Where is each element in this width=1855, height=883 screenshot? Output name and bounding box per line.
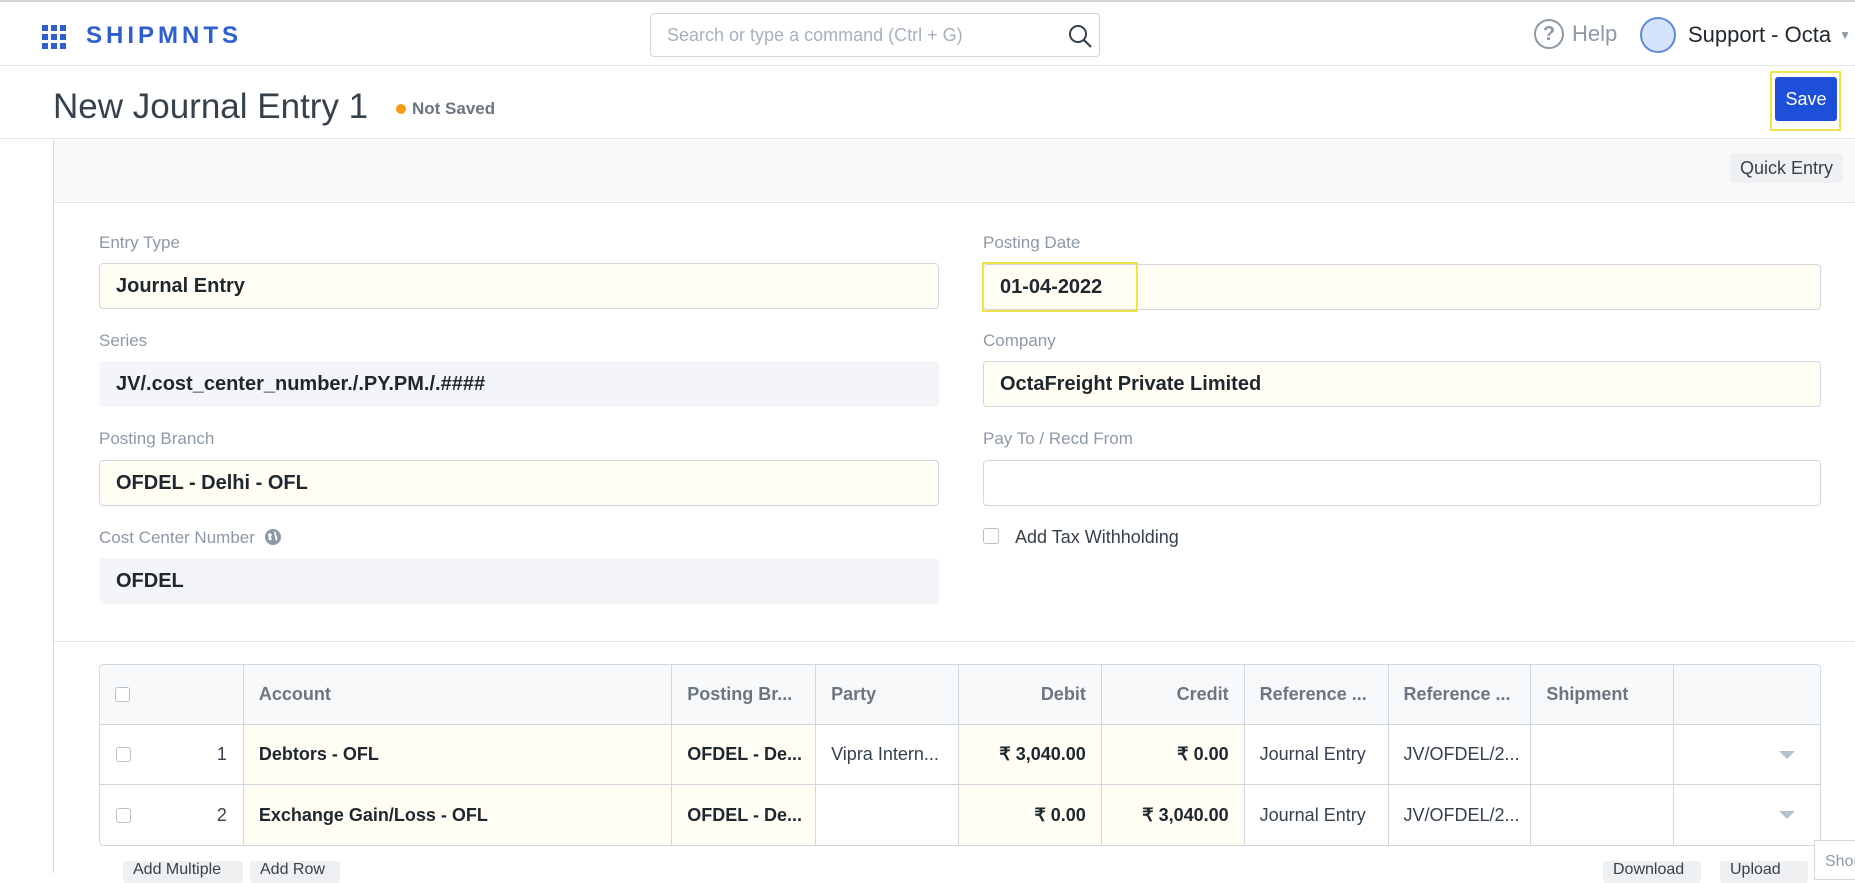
company-field[interactable]: OctaFreight Private Limited [983,361,1821,407]
select-all-checkbox[interactable] [115,687,130,702]
help-menu[interactable]: ? Help [1534,19,1617,49]
cell-reference-type[interactable]: Journal Entry [1245,725,1389,784]
col-debit[interactable]: Debit [959,665,1102,724]
form-toolbar: Quick Entry [54,140,1855,203]
table-row[interactable]: 1 Debtors - OFL OFDEL - De... Vipra Inte… [100,725,1820,785]
add-tax-withholding-label: Add Tax Withholding [1015,527,1179,547]
cell-credit[interactable]: ₹ 3,040.00 [1101,785,1245,845]
download-button[interactable]: Download [1603,861,1701,883]
col-reference-name[interactable]: Reference ... [1389,665,1532,724]
search-bar [650,13,1100,57]
cost-center-label-text: Cost Center Number [99,528,255,547]
company-label: Company [983,331,1056,350]
cell-credit[interactable]: ₹ 0.00 [1101,725,1245,784]
question-circle-icon: ? [1534,19,1564,49]
shortcuts-tab[interactable]: Shortcuts [1814,840,1855,880]
quick-entry-button[interactable]: Quick Entry [1729,153,1843,183]
status-text: Not Saved [412,99,496,118]
cell-debit[interactable]: ₹ 3,040.00 [958,725,1102,784]
posting-date-highlight [982,262,1138,312]
col-posting-branch[interactable]: Posting Br... [672,665,817,724]
col-account[interactable]: Account [244,665,673,724]
add-tax-withholding-checkbox[interactable] [983,528,999,544]
row-actions-cell [1674,785,1820,845]
cell-party[interactable] [816,785,959,845]
navbar: SHIPMNTS ? Help Support - Octa ▼ [0,0,1855,66]
pay-to-field[interactable] [983,460,1821,506]
row-index: 1 [216,744,227,764]
save-highlight: Save [1770,71,1841,131]
series-label: Series [99,331,148,350]
cell-shipment[interactable] [1531,785,1675,845]
posting-branch-label: Posting Branch [99,429,215,448]
search-input[interactable] [651,14,1051,56]
row-index: 2 [216,804,227,825]
row-index-cell: 1 [100,725,244,784]
col-party[interactable]: Party [816,665,959,724]
save-button[interactable]: Save [1775,77,1837,121]
accounts-table: Account Posting Br... Party Debit Credit… [99,664,1821,846]
status-indicator: Not Saved [396,99,495,119]
status-dot-icon [396,104,406,114]
row-index-cell: 2 [100,785,244,845]
cell-reference-type[interactable]: Journal Entry [1245,785,1389,845]
section-divider [54,641,1855,642]
cell-reference-name[interactable]: JV/OFDEL/2... [1389,725,1532,784]
search-icon[interactable] [1067,23,1093,49]
cell-reference-name[interactable]: JV/OFDEL/2... [1389,785,1532,845]
cost-center-field[interactable]: OFDEL [99,558,939,604]
user-menu[interactable]: Support - Octa ▼ [1640,17,1851,53]
globe-icon [264,529,281,545]
col-actions [1674,665,1820,724]
upload-button[interactable]: Upload [1720,861,1808,883]
row-actions-cell [1674,725,1820,784]
row-checkbox[interactable] [116,747,131,762]
cell-party[interactable]: Vipra Intern... [816,725,959,784]
posting-date-label: Posting Date [983,233,1081,252]
cell-posting-branch[interactable]: OFDEL - De... [672,785,817,845]
col-reference-type[interactable]: Reference ... [1245,665,1389,724]
page-title: New Journal Entry 1 [53,87,369,126]
user-name: Support - Octa [1688,22,1832,47]
entry-type-label: Entry Type [99,233,180,252]
apps-grid-icon[interactable] [42,25,66,49]
cell-shipment[interactable] [1531,725,1675,784]
select-all-cell [100,665,244,724]
brand-logo[interactable]: SHIPMNTS [86,22,242,50]
table-header: Account Posting Br... Party Debit Credit… [100,665,1820,725]
layout-divider [53,140,54,873]
avatar [1640,17,1676,53]
series-field[interactable]: JV/.cost_center_number./.PY.PM./.#### [99,361,939,407]
col-shipment[interactable]: Shipment [1531,665,1675,724]
row-expand-icon[interactable] [1779,811,1796,819]
add-row-button[interactable]: Add Row [250,861,340,883]
cost-center-label: Cost Center Number [99,528,282,548]
cell-posting-branch[interactable]: OFDEL - De... [672,725,817,784]
page-header: New Journal Entry 1 Not Saved Save [0,67,1855,139]
add-multiple-button[interactable]: Add Multiple [123,861,243,883]
col-credit[interactable]: Credit [1102,665,1245,724]
cell-debit[interactable]: ₹ 0.00 [958,785,1102,845]
cell-account[interactable]: Exchange Gain/Loss - OFL [243,785,673,845]
chevron-down-icon: ▼ [1839,28,1851,42]
table-row[interactable]: 2 Exchange Gain/Loss - OFL OFDEL - De...… [100,785,1820,845]
posting-branch-field[interactable]: OFDEL - Delhi - OFL [99,460,939,506]
row-expand-icon[interactable] [1779,750,1796,759]
entry-type-field[interactable]: Journal Entry [99,263,939,309]
row-checkbox[interactable] [116,807,131,823]
help-label: Help [1572,21,1618,46]
cell-account[interactable]: Debtors - OFL [243,725,673,784]
pay-to-label: Pay To / Recd From [983,429,1133,448]
